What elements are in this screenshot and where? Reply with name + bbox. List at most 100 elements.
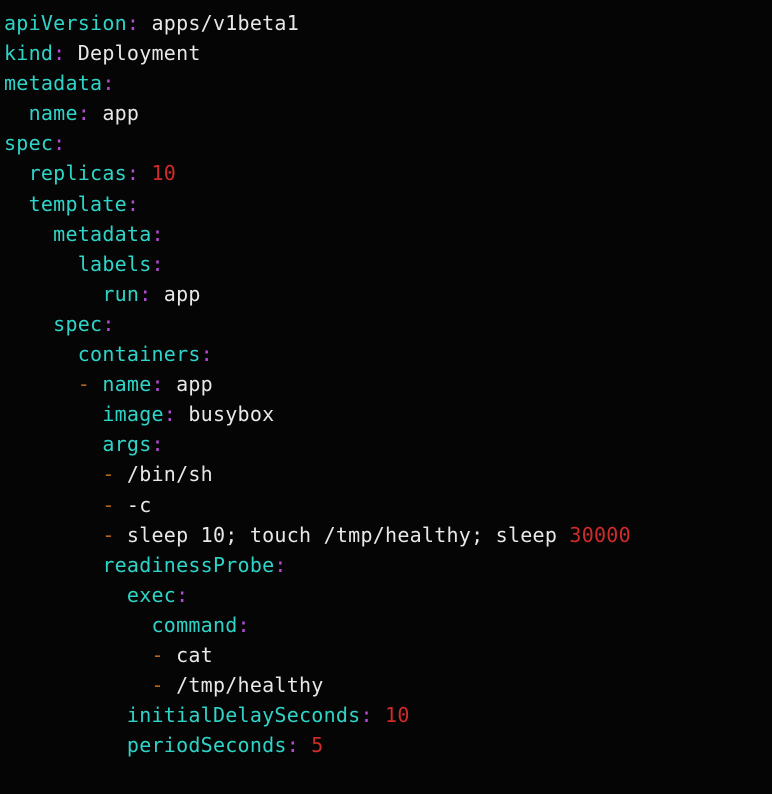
- yaml-key: apiVersion: [4, 11, 127, 35]
- yaml-key: kind: [4, 41, 54, 66]
- yaml-key: labels: [77, 251, 152, 276]
- yaml-colon: :: [176, 582, 189, 607]
- yaml-colon: :: [274, 552, 287, 577]
- yaml-value: /bin/sh: [126, 462, 213, 487]
- code-line: apiVersion: apps/v1beta1: [0, 8, 772, 38]
- yaml-code-viewer[interactable]: apiVersion: apps/v1beta1 kind: Deployment…: [0, 0, 772, 794]
- code-line: - /tmp/healthy: [0, 670, 772, 700]
- yaml-value: app: [163, 372, 213, 397]
- yaml-colon: :: [126, 11, 140, 35]
- yaml-key: replicas: [28, 161, 127, 186]
- list-dash-marker: -: [151, 673, 177, 698]
- yaml-colon: :: [151, 432, 164, 457]
- yaml-colon: :: [102, 71, 115, 96]
- code-line: metadata:: [0, 68, 772, 98]
- yaml-colon: :: [139, 281, 152, 306]
- yaml-colon: :: [163, 402, 177, 427]
- yaml-value: /tmp/healthy: [176, 673, 324, 698]
- code-line: spec:: [0, 309, 772, 339]
- code-line: template:: [0, 189, 772, 219]
- yaml-key: exec: [126, 582, 177, 607]
- yaml-key: name: [102, 372, 152, 397]
- list-dash-marker: -: [102, 462, 127, 487]
- code-line: image: busybox: [0, 399, 772, 429]
- yaml-value: apps/v1beta1: [139, 11, 300, 35]
- yaml-value: Deployment: [65, 41, 201, 66]
- yaml-key: metadata: [4, 71, 103, 96]
- yaml-colon: :: [126, 191, 140, 216]
- yaml-number-value: 30000: [569, 522, 631, 547]
- yaml-colon: :: [360, 703, 373, 728]
- code-line: kind: Deployment: [0, 38, 772, 68]
- yaml-number-value: 10: [372, 703, 410, 728]
- yaml-key: metadata: [53, 221, 152, 246]
- list-dash-marker: -: [77, 372, 103, 397]
- yaml-value: app: [90, 101, 140, 126]
- yaml-colon: :: [200, 342, 213, 367]
- yaml-key: readinessProbe: [102, 552, 275, 577]
- yaml-colon: :: [286, 733, 300, 758]
- code-line: command:: [0, 610, 772, 640]
- list-dash-marker: -: [151, 642, 177, 667]
- code-line: initialDelaySeconds: 10: [0, 700, 772, 730]
- yaml-key: args: [102, 432, 152, 457]
- yaml-colon: :: [151, 221, 164, 246]
- yaml-colon: :: [151, 372, 164, 397]
- yaml-colon: :: [102, 311, 115, 336]
- yaml-value: sleep 10; touch /tmp/healthy; sleep: [126, 522, 570, 547]
- code-line: periodSeconds: 5: [0, 730, 772, 760]
- code-line: - /bin/sh: [0, 459, 772, 489]
- yaml-key: run: [102, 281, 140, 306]
- list-dash-marker: -: [102, 522, 127, 547]
- yaml-value: app: [151, 281, 201, 306]
- yaml-colon: :: [53, 41, 66, 66]
- yaml-colon: :: [237, 612, 250, 637]
- yaml-key: name: [28, 101, 78, 126]
- code-line: args:: [0, 429, 772, 459]
- yaml-key: image: [102, 402, 164, 427]
- code-line: replicas: 10: [0, 158, 772, 188]
- yaml-key: spec: [53, 311, 103, 336]
- yaml-value: -c: [126, 492, 152, 517]
- code-line: name: app: [0, 98, 772, 128]
- code-line: run: app: [0, 279, 772, 309]
- code-line: - cat: [0, 640, 772, 670]
- code-line: - name: app: [0, 369, 772, 399]
- code-line: - sleep 10; touch /tmp/healthy; sleep 30…: [0, 520, 772, 550]
- code-line: spec:: [0, 128, 772, 158]
- yaml-colon: :: [151, 251, 164, 276]
- yaml-value: busybox: [176, 402, 275, 427]
- code-line: - -c: [0, 490, 772, 520]
- yaml-key: command: [151, 612, 238, 637]
- yaml-colon: :: [126, 161, 140, 186]
- yaml-key: initialDelaySeconds: [126, 703, 361, 728]
- yaml-value: cat: [176, 642, 213, 667]
- yaml-colon: :: [77, 101, 91, 126]
- code-line: labels:: [0, 249, 772, 279]
- code-line: readinessProbe:: [0, 550, 772, 580]
- yaml-key: periodSeconds: [126, 733, 287, 758]
- list-dash-marker: -: [102, 492, 127, 517]
- yaml-number-value: 5: [299, 733, 324, 758]
- yaml-number-value: 10: [139, 161, 177, 186]
- yaml-key: spec: [4, 131, 54, 156]
- yaml-colon: :: [53, 131, 66, 156]
